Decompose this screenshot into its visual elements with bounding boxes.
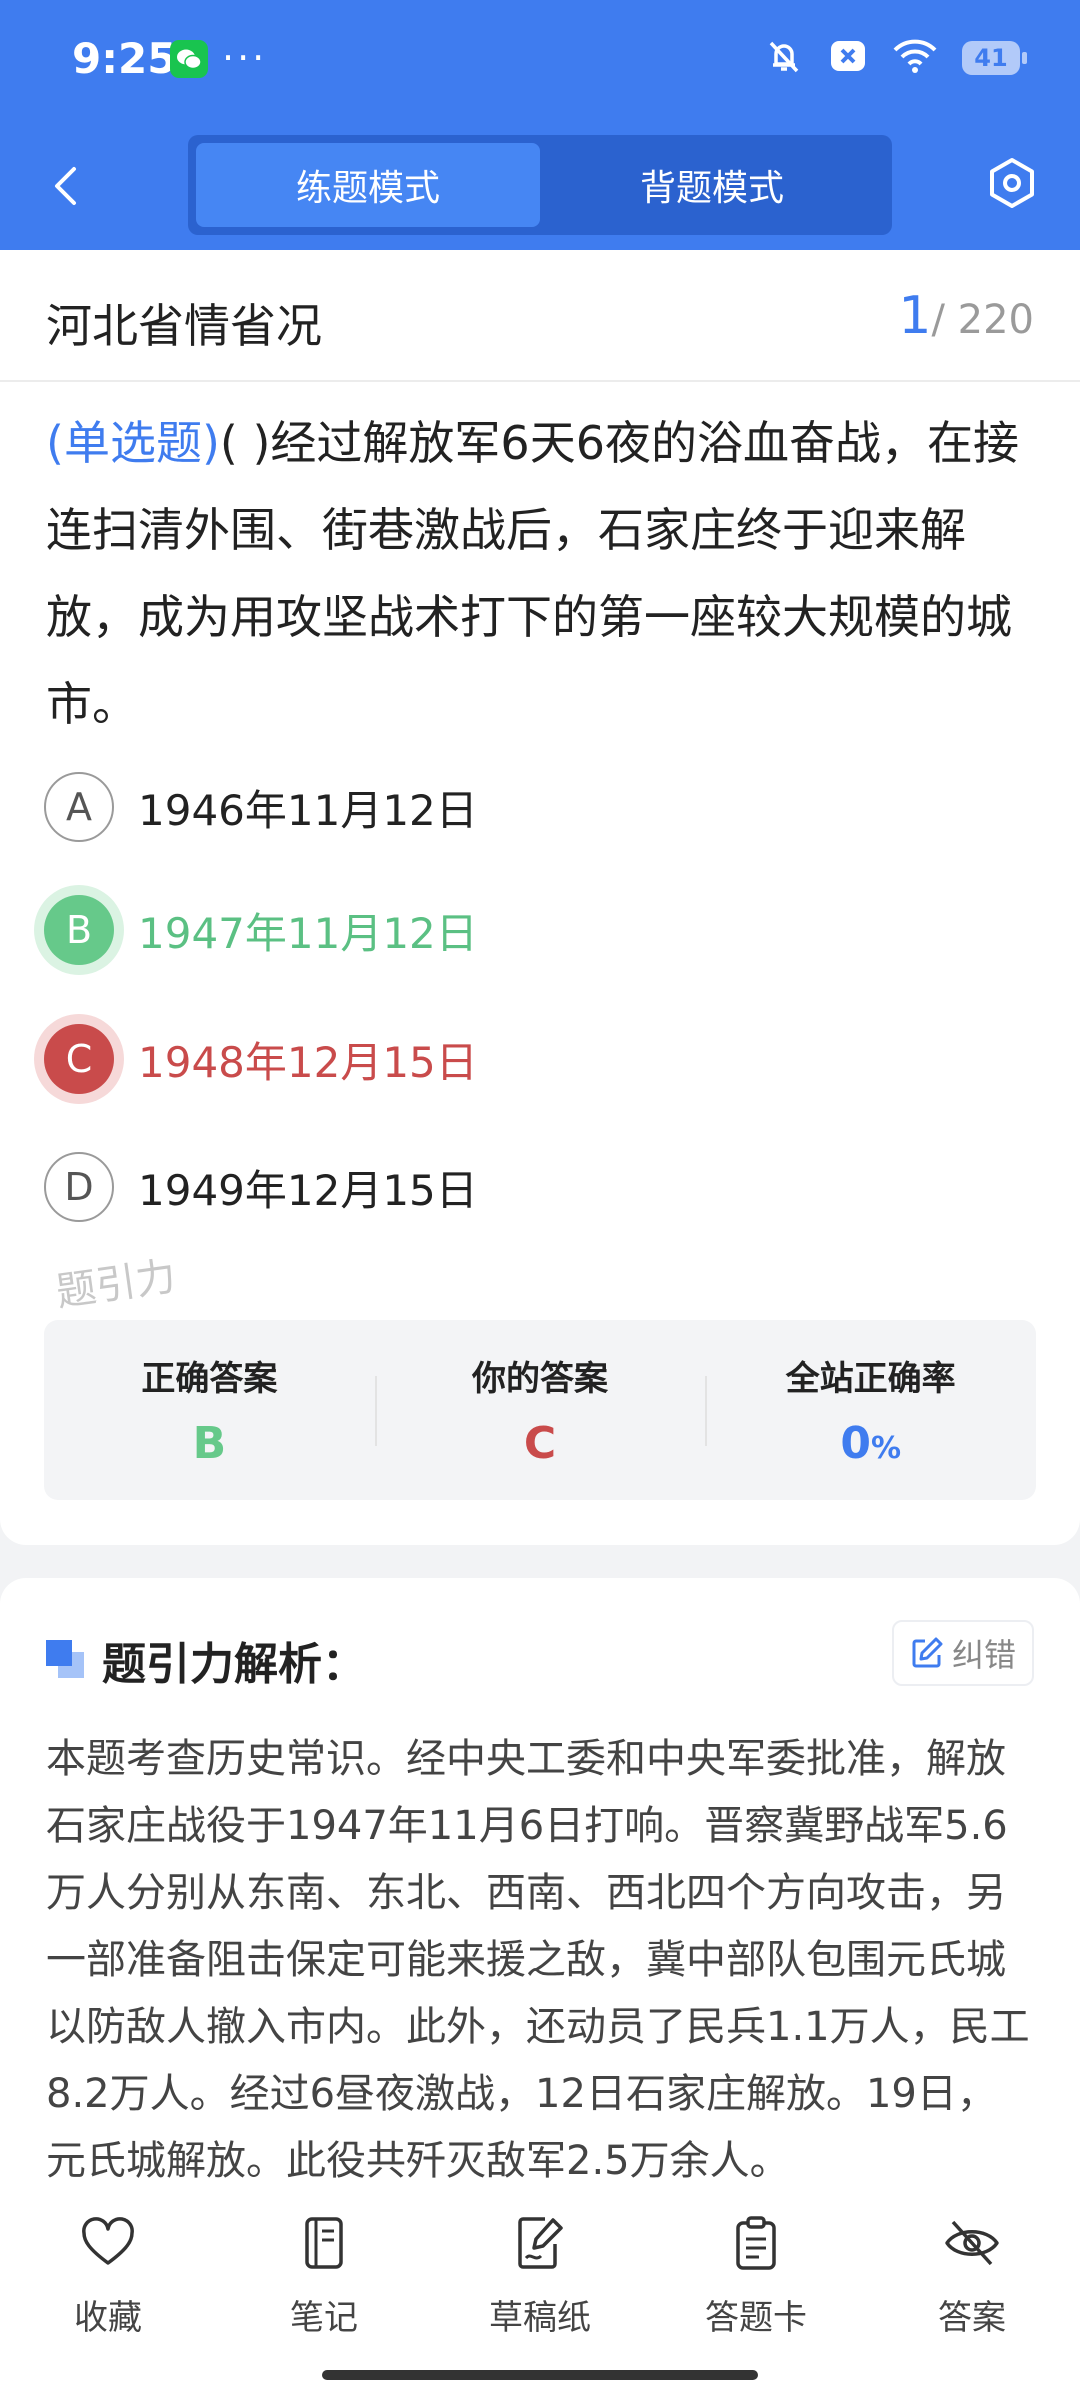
more-notifications-icon: ··· xyxy=(222,36,268,80)
back-arrow-icon[interactable] xyxy=(44,163,90,209)
analysis-squares-icon xyxy=(46,1640,86,1680)
watermark: 题引力 xyxy=(53,1253,179,1316)
accuracy-unit: % xyxy=(870,1431,902,1466)
question-type: (单选题) xyxy=(46,416,220,470)
tab-answer-card-label: 答题卡 xyxy=(705,2298,807,2338)
question-title-bar: 河北省情省况 1/ 220 xyxy=(0,250,1080,382)
nav-bar: 练题模式 背题模式 xyxy=(0,125,1080,250)
tab-practice-mode[interactable]: 练题模式 xyxy=(196,143,540,227)
accuracy-label: 全站正确率 xyxy=(785,1359,956,1399)
settings-hex-icon[interactable] xyxy=(984,155,1040,211)
option-c-badge: C xyxy=(44,1024,114,1094)
mute-bell-icon xyxy=(764,36,804,80)
battery-level: 41 xyxy=(974,44,1008,72)
tab-favorite[interactable]: 收藏 xyxy=(0,2214,216,2344)
tab-answer-label: 答案 xyxy=(938,2298,1006,2338)
tab-notes-label: 笔记 xyxy=(290,2298,358,2338)
tab-notes[interactable]: 笔记 xyxy=(216,2214,432,2344)
analysis-title: 题引力解析： xyxy=(102,1639,366,1690)
question-category-title: 河北省情省况 xyxy=(46,299,322,353)
draft-pencil-icon xyxy=(518,2217,563,2269)
bottom-toolbar: 收藏 笔记 草稿纸 答题卡 答案 xyxy=(0,2190,1080,2400)
analysis-text: 本题考查历史常识。经中央工委和中央军委批准，解放石家庄战役于1947年11月6日… xyxy=(46,1736,1030,2184)
wifi-icon xyxy=(892,36,938,80)
eye-off-icon xyxy=(945,2220,999,2266)
correct-answer-value: B xyxy=(192,1418,227,1469)
accuracy-col: 全站正确率 0% xyxy=(705,1320,1036,1500)
option-d[interactable]: D 1949年12月15日 xyxy=(44,1150,1034,1224)
app-header: 9:25 ··· 41 练题模式 背题模式 xyxy=(0,0,1080,250)
notebook-icon xyxy=(305,2217,343,2269)
option-b-badge: B xyxy=(44,895,114,965)
edit-icon xyxy=(912,1637,943,1668)
question-card: 河北省情省况 1/ 220 (单选题)( )经过解放军6天6夜的浴血奋战，在接连… xyxy=(0,250,1080,1545)
report-error-button[interactable]: 纠错 xyxy=(891,1620,1034,1686)
tab-memorize-mode[interactable]: 背题模式 xyxy=(540,143,884,227)
your-answer-col: 你的答案 C xyxy=(374,1320,706,1500)
wechat-icon xyxy=(170,40,208,78)
home-indicator[interactable] xyxy=(322,2370,758,2380)
close-box-icon xyxy=(828,36,868,80)
clipboard-icon xyxy=(736,2216,776,2270)
question-text: (单选题)( )经过解放军6天6夜的浴血奋战，在接连扫清外围、街巷激战后，石家庄… xyxy=(46,400,1036,748)
total-count: / 220 xyxy=(931,297,1034,343)
option-c[interactable]: C 1948年12月15日 xyxy=(44,1022,1034,1096)
accuracy-value: 0% xyxy=(840,1418,901,1469)
current-index: 1 xyxy=(898,286,932,346)
mode-switch: 练题模式 背题模式 xyxy=(188,135,892,235)
tab-scratch-label: 草稿纸 xyxy=(489,2298,591,2338)
analysis-header: 题引力解析： xyxy=(46,1628,366,1692)
answer-summary: 正确答案 B 你的答案 C 全站正确率 0% xyxy=(44,1320,1036,1500)
question-counter: 1/ 220 xyxy=(898,286,1034,346)
option-d-badge: D xyxy=(44,1152,114,1222)
option-d-text: 1949年12月15日 xyxy=(138,1165,478,1215)
option-b-text: 1947年11月12日 xyxy=(138,908,478,958)
correct-answer-col: 正确答案 B xyxy=(44,1320,375,1500)
accuracy-number: 0 xyxy=(840,1418,871,1469)
status-icons: 41 xyxy=(764,36,1027,80)
status-bar: 9:25 ··· 41 xyxy=(0,0,1080,125)
your-answer-value: C xyxy=(523,1418,557,1469)
option-a[interactable]: A 1946年11月12日 xyxy=(44,770,1034,844)
status-time: 9:25 xyxy=(72,34,177,83)
tab-answer-card[interactable]: 答题卡 xyxy=(648,2214,864,2344)
battery-icon: 41 xyxy=(962,41,1027,75)
report-error-label: 纠错 xyxy=(951,1636,1016,1674)
your-answer-label: 你的答案 xyxy=(472,1359,608,1399)
tab-scratch-paper[interactable]: 草稿纸 xyxy=(432,2214,648,2344)
option-a-badge: A xyxy=(44,772,114,842)
correct-answer-label: 正确答案 xyxy=(141,1359,278,1399)
option-a-text: 1946年11月12日 xyxy=(138,785,478,835)
option-c-text: 1948年12月15日 xyxy=(138,1037,478,1087)
tab-favorite-label: 收藏 xyxy=(74,2298,142,2338)
tab-answer[interactable]: 答案 xyxy=(864,2214,1080,2344)
option-b[interactable]: B 1947年11月12日 xyxy=(44,893,1034,967)
heart-icon xyxy=(82,2217,134,2265)
